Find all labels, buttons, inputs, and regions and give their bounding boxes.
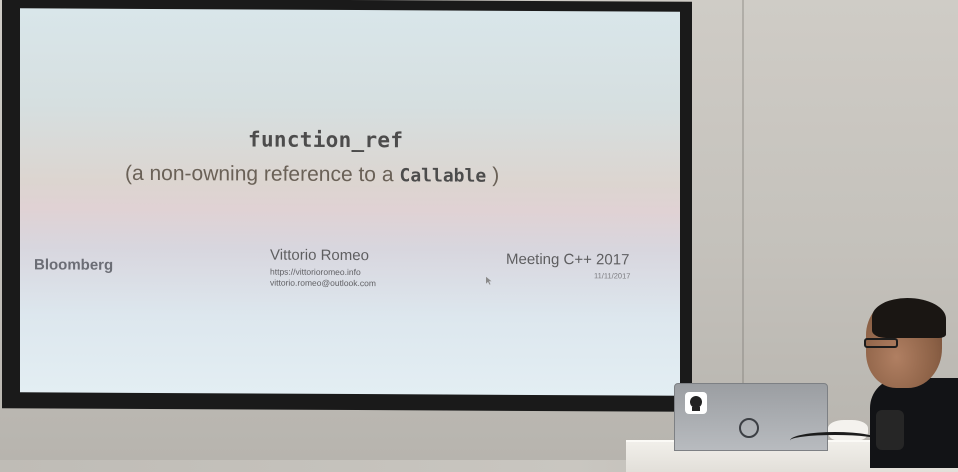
event-date: 11/11/2017 bbox=[594, 271, 631, 281]
projected-slide: function_ref (a non-owning reference to … bbox=[20, 8, 680, 396]
microphone-cable bbox=[790, 432, 880, 449]
event-name: Meeting C++ 2017 bbox=[506, 250, 630, 269]
octocat-sticker-icon bbox=[685, 392, 707, 414]
company-logo: Bloomberg bbox=[34, 256, 114, 274]
speaker-hair bbox=[872, 298, 946, 338]
slide-title: function_ref bbox=[248, 127, 404, 153]
subtitle-suffix: ) bbox=[492, 163, 500, 187]
author-name: Vittorio Romeo bbox=[270, 246, 369, 265]
slide-subtitle: (a non-owning reference to a Callable) bbox=[125, 162, 499, 188]
dell-logo-icon bbox=[739, 418, 759, 438]
projection-screen-frame: function_ref (a non-owning reference to … bbox=[2, 0, 692, 412]
author-website: https://vittorioromeo.info bbox=[270, 266, 361, 278]
glasses-icon bbox=[864, 338, 898, 348]
microphone-icon bbox=[876, 410, 904, 450]
subtitle-code: Callable bbox=[399, 165, 487, 187]
subtitle-prefix: (a non-owning reference to a bbox=[125, 161, 394, 187]
author-email: vittorio.romeo@outlook.com bbox=[270, 277, 376, 289]
mouse-cursor-icon bbox=[486, 276, 492, 285]
